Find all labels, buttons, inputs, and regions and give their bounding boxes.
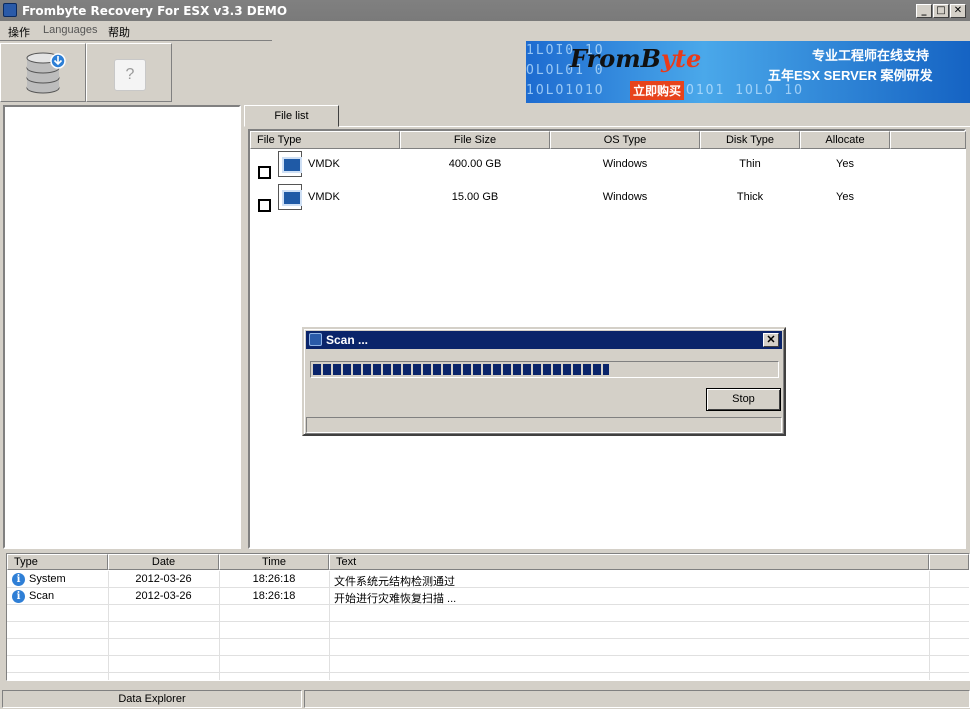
banner-slogan-1: 专业工程师在线支持 — [812, 48, 930, 63]
status-panel-explorer: Data Explorer — [2, 690, 302, 708]
log-header-empty — [929, 554, 969, 570]
frombyte-logo: FromByte — [570, 44, 702, 73]
column-header-empty — [890, 131, 966, 149]
help-icon: ? — [114, 59, 146, 91]
maximize-button[interactable]: □ — [933, 4, 949, 18]
dialog-close-button[interactable]: ✕ — [763, 333, 779, 347]
log-header-text[interactable]: Text — [329, 554, 929, 570]
log-row-empty — [7, 622, 969, 639]
dialog-app-icon — [309, 333, 322, 346]
dialog-title: Scan ... — [326, 333, 369, 347]
os-type: Windows — [602, 191, 648, 203]
file-type: VMDK — [308, 191, 340, 203]
scan-disk-button[interactable] — [0, 43, 86, 102]
column-header-file-type[interactable]: File Type — [250, 131, 400, 149]
log-text: 文件系统元结构检测通过 — [334, 576, 455, 588]
log-grid-line — [108, 571, 109, 680]
toolbar: ? — [0, 43, 270, 103]
disk-type: Thick — [736, 191, 764, 203]
app-icon — [3, 3, 17, 17]
os-type: Windows — [602, 158, 648, 170]
column-header-file-size[interactable]: File Size — [400, 131, 550, 149]
log-time: 18:26:18 — [252, 590, 296, 602]
menu-bar: 操作 Languages 帮助 — [0, 21, 272, 41]
scan-dialog: Scan ... ✕ Stop — [302, 327, 786, 436]
file-row[interactable]: VMDK 400.00 GB Windows Thin Yes — [250, 149, 966, 182]
vmdk-file-icon — [278, 184, 302, 210]
log-list[interactable]: Type Date Time Text i System 2012-03-26 … — [6, 553, 970, 681]
disk-type: Thin — [739, 158, 761, 170]
window-title: Frombyte Recovery For ESX v3.3 DEMO — [22, 4, 288, 18]
scan-progress-bar — [310, 361, 779, 378]
log-row[interactable]: i System 2012-03-26 18:26:18 文件系统元结构检测通过 — [7, 571, 969, 588]
log-row-empty — [7, 656, 969, 673]
minimize-button[interactable]: _ — [916, 4, 932, 18]
log-grid-line — [929, 571, 930, 680]
close-button[interactable]: ✕ — [950, 4, 966, 18]
buy-now-badge[interactable]: 立即购买 — [630, 81, 685, 100]
allocate: Yes — [836, 191, 854, 203]
file-type: VMDK — [308, 158, 340, 170]
progress-fill — [313, 364, 609, 375]
menu-languages[interactable]: Languages — [43, 24, 97, 36]
file-size: 400.00 GB — [448, 158, 502, 170]
log-type: Scan — [29, 590, 55, 602]
allocate: Yes — [836, 158, 854, 170]
log-date: 2012-03-26 — [135, 590, 192, 602]
tab-file-list[interactable]: File list — [244, 105, 339, 127]
database-icon — [26, 52, 66, 94]
log-row-empty — [7, 639, 969, 656]
tree-pane[interactable] — [3, 105, 241, 549]
log-header-date[interactable]: Date — [108, 554, 219, 570]
advertisement-banner[interactable]: 1LOI0 1O OLOL01 0 1OLO1O1O O1O1 1OLO 1O … — [526, 41, 970, 103]
log-type: System — [29, 573, 66, 585]
help-button[interactable]: ? — [86, 43, 172, 102]
menu-help[interactable]: 帮助 — [108, 24, 130, 40]
column-header-disk-type[interactable]: Disk Type — [700, 131, 800, 149]
log-grid-line — [219, 571, 220, 680]
file-row[interactable]: VMDK 15.00 GB Windows Thick Yes — [250, 182, 966, 215]
status-panel-empty — [304, 690, 970, 708]
log-date: 2012-03-26 — [135, 573, 192, 585]
title-bar[interactable]: Frombyte Recovery For ESX v3.3 DEMO _ □ … — [0, 0, 970, 21]
info-icon: i — [12, 590, 25, 603]
banner-binary-pattern: 1OLO1O1O — [526, 83, 605, 98]
banner-binary-pattern: O1O1 1OLO 1O — [686, 83, 804, 98]
log-header-time[interactable]: Time — [219, 554, 329, 570]
stop-button[interactable]: Stop — [706, 388, 781, 411]
log-grid-line — [329, 571, 330, 680]
log-row-empty — [7, 605, 969, 622]
row-checkbox[interactable] — [258, 166, 271, 179]
file-size: 15.00 GB — [451, 191, 499, 203]
vmdk-file-icon — [278, 151, 302, 177]
row-checkbox[interactable] — [258, 199, 271, 212]
menu-operate[interactable]: 操作 — [8, 24, 30, 40]
tab-strip — [244, 105, 970, 127]
log-header-type[interactable]: Type — [7, 554, 108, 570]
column-header-allocate[interactable]: Allocate — [800, 131, 890, 149]
log-row[interactable]: i Scan 2012-03-26 18:26:18 开始进行灾难恢复扫描 ..… — [7, 588, 969, 605]
banner-slogan-2: 五年ESX SERVER 案例研发 — [768, 68, 933, 83]
log-text: 开始进行灾难恢复扫描 ... — [334, 593, 457, 605]
dialog-title-bar[interactable]: Scan ... ✕ — [306, 331, 782, 349]
dialog-status-bar — [306, 417, 782, 433]
column-header-os-type[interactable]: OS Type — [550, 131, 700, 149]
info-icon: i — [12, 573, 25, 586]
log-time: 18:26:18 — [252, 573, 296, 585]
